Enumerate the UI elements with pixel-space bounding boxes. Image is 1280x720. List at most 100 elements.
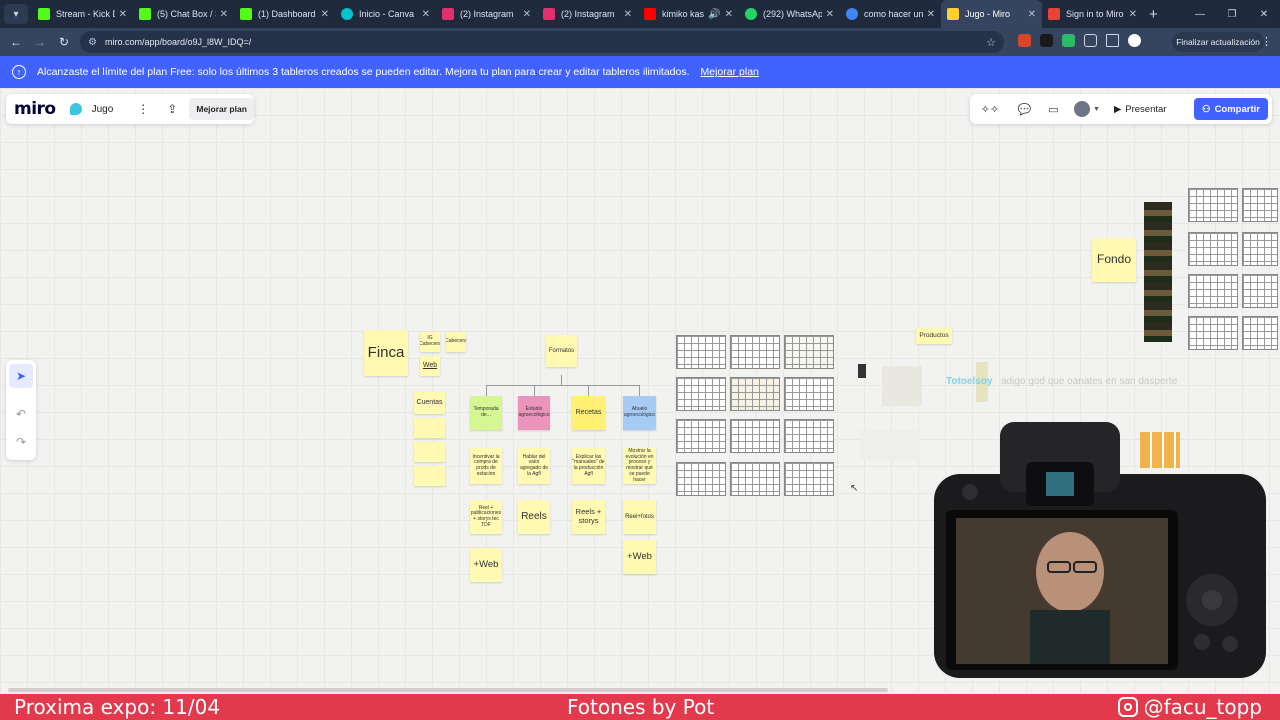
forward-icon[interactable]: → bbox=[28, 35, 52, 49]
extension-icon[interactable] bbox=[1018, 34, 1031, 47]
audio-icon[interactable]: 🔊 bbox=[708, 9, 720, 20]
calendar-frame[interactable] bbox=[1188, 316, 1238, 350]
puzzle-icon[interactable] bbox=[1084, 34, 1097, 47]
close-icon[interactable]: ✕ bbox=[523, 9, 531, 20]
url-field[interactable]: ⚙ miro.com/app/board/o9J_l8W_IDQ=/ ☆ bbox=[80, 31, 1004, 53]
close-icon[interactable]: ✕ bbox=[826, 9, 834, 20]
comment-icon[interactable]: 💬 bbox=[1010, 103, 1039, 116]
present-button[interactable]: ▶ Presentar bbox=[1114, 104, 1167, 115]
close-icon[interactable]: ✕ bbox=[119, 9, 127, 20]
calendar-frame[interactable] bbox=[1242, 316, 1278, 350]
browser-tab[interactable]: Stream - Kick D ✕ bbox=[32, 0, 133, 28]
calendar-frame[interactable] bbox=[676, 419, 726, 453]
sticky-note[interactable]: Cabecera bbox=[446, 332, 466, 352]
browser-tab[interactable]: (292) WhatsAp ✕ bbox=[739, 0, 840, 28]
calendar-frame[interactable] bbox=[1242, 274, 1278, 308]
calendar-frame[interactable] bbox=[1188, 274, 1238, 308]
calendar-frame[interactable] bbox=[676, 462, 726, 496]
calendar-frame[interactable] bbox=[1188, 188, 1238, 222]
sticky-note-estudio[interactable]: Estudio agroecológico bbox=[518, 396, 550, 430]
calendar-frame[interactable] bbox=[676, 377, 726, 411]
sticky-note[interactable]: Hablar del valor agregado de la Agfl bbox=[518, 448, 550, 484]
sticky-note[interactable] bbox=[414, 418, 445, 438]
calendar-frame[interactable] bbox=[730, 335, 780, 369]
chevron-down-icon[interactable]: ▼ bbox=[1093, 106, 1100, 113]
calendar-frame[interactable] bbox=[784, 335, 834, 369]
sticky-note-web[interactable]: +Web bbox=[623, 540, 656, 574]
update-button[interactable]: Finalizar actualización bbox=[1172, 32, 1264, 52]
calendar-frame[interactable] bbox=[784, 419, 834, 453]
browser-tab[interactable]: (1) Dashboard ✕ bbox=[234, 0, 335, 28]
sticky-note-web[interactable]: +Web bbox=[470, 548, 502, 582]
horizontal-scrollbar[interactable] bbox=[8, 688, 888, 692]
sticky-note[interactable]: Incentivar la compra de prods de estacio… bbox=[470, 448, 502, 484]
video-icon[interactable]: ▭ bbox=[1039, 103, 1068, 116]
browser-tab-active[interactable]: Jugo - Miro ✕ bbox=[941, 0, 1042, 28]
sticky-note[interactable]: Web bbox=[420, 356, 440, 376]
sticky-note[interactable]: IG Cabecera bbox=[420, 332, 440, 352]
calendar-frame[interactable] bbox=[1242, 232, 1278, 266]
sticky-note[interactable]: Reel+fotos bbox=[623, 500, 656, 534]
browser-tab[interactable]: (2) Instagram ✕ bbox=[436, 0, 537, 28]
photo-collage[interactable] bbox=[1144, 202, 1172, 342]
browser-tab[interactable]: Sign in to Miro ✕ bbox=[1042, 0, 1143, 28]
close-icon[interactable]: ✕ bbox=[422, 9, 430, 20]
sticky-note-recetas[interactable]: Recetas bbox=[572, 396, 605, 430]
sticky-note[interactable] bbox=[414, 466, 445, 486]
calendar-frame[interactable] bbox=[1242, 188, 1278, 222]
sticky-note-productos[interactable]: Productos bbox=[916, 328, 952, 344]
browser-tab[interactable]: (2) Instagram ✕ bbox=[537, 0, 638, 28]
sticky-note-reels[interactable]: Reels bbox=[518, 500, 550, 534]
sticky-note[interactable]: Mostrar la evolución en proceso y mostra… bbox=[623, 448, 656, 484]
calendar-frame[interactable] bbox=[784, 377, 834, 411]
back-icon[interactable]: ← bbox=[4, 35, 28, 49]
browser-tab[interactable]: (5) Chat Box / S ✕ bbox=[133, 0, 234, 28]
calendar-frame[interactable] bbox=[676, 335, 726, 369]
tab-search-button[interactable]: ▾ bbox=[4, 4, 28, 24]
sticky-note-temporada[interactable]: Temporada de... bbox=[470, 396, 502, 430]
export-icon[interactable]: ⇪ bbox=[167, 102, 177, 116]
avatar[interactable] bbox=[1074, 101, 1090, 117]
minimize-icon[interactable]: — bbox=[1184, 9, 1216, 20]
close-icon[interactable]: ✕ bbox=[624, 9, 632, 20]
upgrade-plan-link[interactable]: Mejorar plan bbox=[701, 66, 759, 78]
extension-icon[interactable] bbox=[1062, 34, 1075, 47]
calendar-frame[interactable] bbox=[730, 377, 780, 411]
share-button[interactable]: ⚇ Compartir bbox=[1194, 98, 1268, 120]
board-menu-icon[interactable]: ⋮ bbox=[137, 102, 149, 116]
sticky-note[interactable]: Reels + storys bbox=[572, 500, 605, 534]
miro-logo[interactable]: miro bbox=[14, 99, 56, 119]
board-name[interactable]: Jugo bbox=[92, 104, 114, 115]
sticky-note-cuentas[interactable]: Cuentas bbox=[414, 392, 445, 414]
upgrade-button[interactable]: Mejorar plan bbox=[189, 98, 254, 120]
browser-tab[interactable]: como hacer un ✕ bbox=[840, 0, 941, 28]
select-tool-icon[interactable]: ➤ bbox=[9, 364, 33, 388]
sticky-note-abuelo[interactable]: Abuelo agroecológico bbox=[623, 396, 656, 430]
calendar-frame[interactable] bbox=[730, 419, 780, 453]
media-icon[interactable] bbox=[1106, 34, 1119, 47]
sticky-note-fondo[interactable]: Fondo bbox=[1092, 238, 1136, 282]
browser-tab[interactable]: Inicio - Canva ✕ bbox=[335, 0, 436, 28]
sticky-note-formatos[interactable]: Formatos bbox=[546, 335, 577, 367]
close-icon[interactable]: ✕ bbox=[725, 9, 733, 20]
profile-icon[interactable] bbox=[1128, 34, 1141, 47]
restore-icon[interactable]: ❐ bbox=[1216, 9, 1248, 20]
close-window-icon[interactable]: ✕ bbox=[1248, 9, 1280, 20]
calendar-frame[interactable] bbox=[784, 462, 834, 496]
sticky-note[interactable] bbox=[414, 442, 445, 462]
bookmark-star-icon[interactable]: ☆ bbox=[986, 36, 996, 49]
calendar-frame[interactable] bbox=[1188, 232, 1238, 266]
new-tab-button[interactable]: + bbox=[1149, 6, 1158, 23]
undo-icon[interactable]: ↶ bbox=[9, 402, 33, 426]
site-info-icon[interactable]: ⚙ bbox=[88, 37, 97, 48]
calendar-frame[interactable] bbox=[730, 462, 780, 496]
sticky-note[interactable]: Explicar las "manuales" de la producción… bbox=[572, 448, 605, 484]
close-icon[interactable]: ✕ bbox=[321, 9, 329, 20]
sticky-note-finca[interactable]: Finca bbox=[364, 330, 408, 376]
more-menu-icon[interactable]: ⋮ bbox=[1261, 35, 1272, 48]
reload-icon[interactable]: ↻ bbox=[52, 35, 76, 49]
close-icon[interactable]: ✕ bbox=[927, 9, 935, 20]
close-icon[interactable]: ✕ bbox=[1028, 9, 1036, 20]
redo-icon[interactable]: ↷ bbox=[9, 430, 33, 454]
close-icon[interactable]: ✕ bbox=[220, 9, 228, 20]
